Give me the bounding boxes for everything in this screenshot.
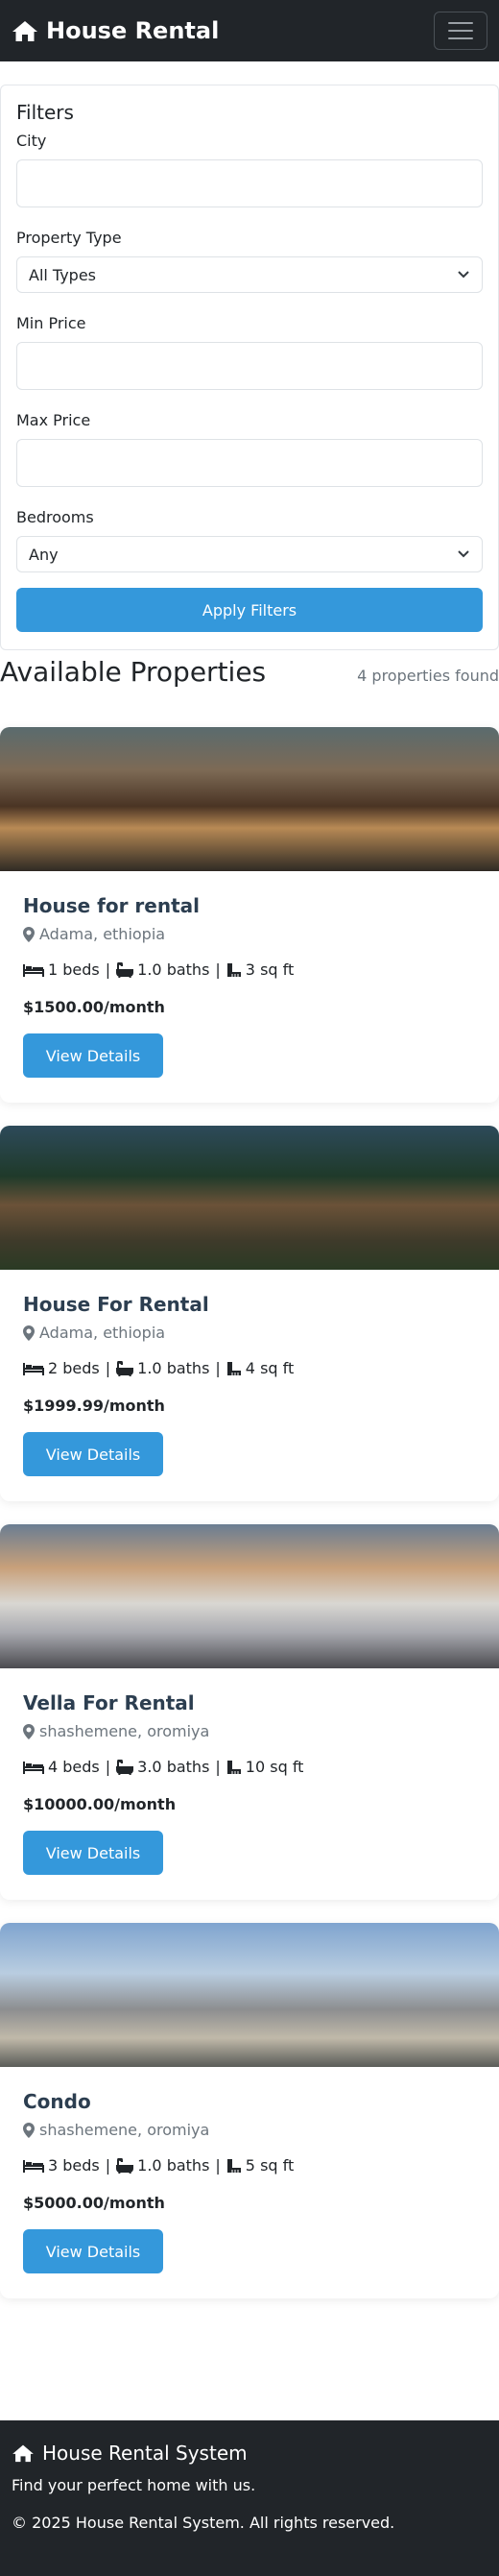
bed-icon [23,1761,44,1774]
property-type-value: All Types [29,265,97,284]
property-image[interactable] [0,1126,499,1270]
map-marker-icon [23,1723,35,1739]
property-list: House for rental Adama, ethiopia 1 beds |… [0,704,499,2298]
home-icon [12,2444,34,2463]
home-icon [12,21,37,41]
property-card: Vella For Rental shashemene, oromiya 4 b… [0,1524,499,1900]
bedrooms-value: Any [29,545,59,564]
filters-panel: Filters City Property Type All Types Min… [0,85,499,650]
city-label: City [16,132,47,150]
ruler-icon [226,1361,241,1375]
map-marker-icon [23,926,35,942]
property-title[interactable]: House for rental [23,894,476,917]
menu-toggle-button[interactable] [434,12,487,50]
bath-icon [116,961,134,978]
map-marker-icon [23,2122,35,2138]
bed-icon [23,2159,44,2173]
property-price: $1500.00/month [23,998,165,1016]
footer-tagline: Find your perfect home with us. [12,2476,256,2494]
property-card: House for rental Adama, ethiopia 1 beds |… [0,727,499,1103]
property-title[interactable]: Condo [23,2090,476,2113]
ruler-icon [226,2158,241,2173]
footer-copyright: © 2025 House Rental System. All rights r… [12,2514,395,2532]
bed-icon [23,1362,44,1375]
view-details-button[interactable]: View Details [23,2229,163,2273]
map-marker-icon [23,1324,35,1341]
property-features: 4 beds | 3.0 baths | 10 sq ft [23,1758,476,1776]
property-price: $5000.00/month [23,2194,165,2212]
property-card: House For Rental Adama, ethiopia 2 beds |… [0,1126,499,1501]
apply-filters-button[interactable]: Apply Filters [16,588,483,632]
chevron-down-icon [458,550,469,558]
bath-icon [116,1360,134,1376]
property-location: Adama, ethiopia [23,925,476,943]
brand-link[interactable]: House Rental [12,17,219,44]
hamburger-icon [448,22,473,24]
property-image[interactable] [0,727,499,871]
property-image[interactable] [0,1923,499,2067]
bedrooms-select[interactable]: Any [16,536,483,572]
property-location: Adama, ethiopia [23,1324,476,1342]
view-details-button[interactable]: View Details [23,1831,163,1875]
min-price-input[interactable] [16,342,483,390]
filters-title: Filters [16,101,74,124]
bedrooms-label: Bedrooms [16,508,94,526]
property-location: shashemene, oromiya [23,1722,476,1740]
property-price: $10000.00/month [23,1795,177,1813]
max-price-label: Max Price [16,411,91,429]
city-input[interactable] [16,159,483,207]
property-image[interactable] [0,1524,499,1668]
chevron-down-icon [458,271,469,279]
footer: House Rental System Find your perfect ho… [0,2420,499,2576]
property-title[interactable]: Vella For Rental [23,1691,476,1714]
footer-brand: House Rental System [12,2442,487,2465]
property-card: Condo shashemene, oromiya 3 beds | 1.0 ba… [0,1923,499,2298]
property-location: shashemene, oromiya [23,2121,476,2139]
view-details-button[interactable]: View Details [23,1033,163,1078]
property-features: 1 beds | 1.0 baths | 3 sq ft [23,960,476,979]
page-title: Available Properties [0,656,267,688]
bath-icon [116,2157,134,2174]
property-price: $1999.99/month [23,1397,165,1415]
ruler-icon [226,962,241,977]
property-features: 3 beds | 1.0 baths | 5 sq ft [23,2156,476,2175]
view-details-button[interactable]: View Details [23,1432,163,1476]
bath-icon [116,1759,134,1775]
min-price-label: Min Price [16,314,86,332]
results-count: 4 properties found [357,667,499,685]
navbar: House Rental [0,0,499,61]
brand-title: House Rental [46,17,220,44]
property-type-label: Property Type [16,229,122,247]
listing-header: Available Properties 4 properties found [0,656,499,704]
property-features: 2 beds | 1.0 baths | 4 sq ft [23,1359,476,1377]
property-title[interactable]: House For Rental [23,1293,476,1316]
property-type-select[interactable]: All Types [16,256,483,293]
max-price-input[interactable] [16,439,483,487]
ruler-icon [226,1760,241,1774]
bed-icon [23,963,44,977]
